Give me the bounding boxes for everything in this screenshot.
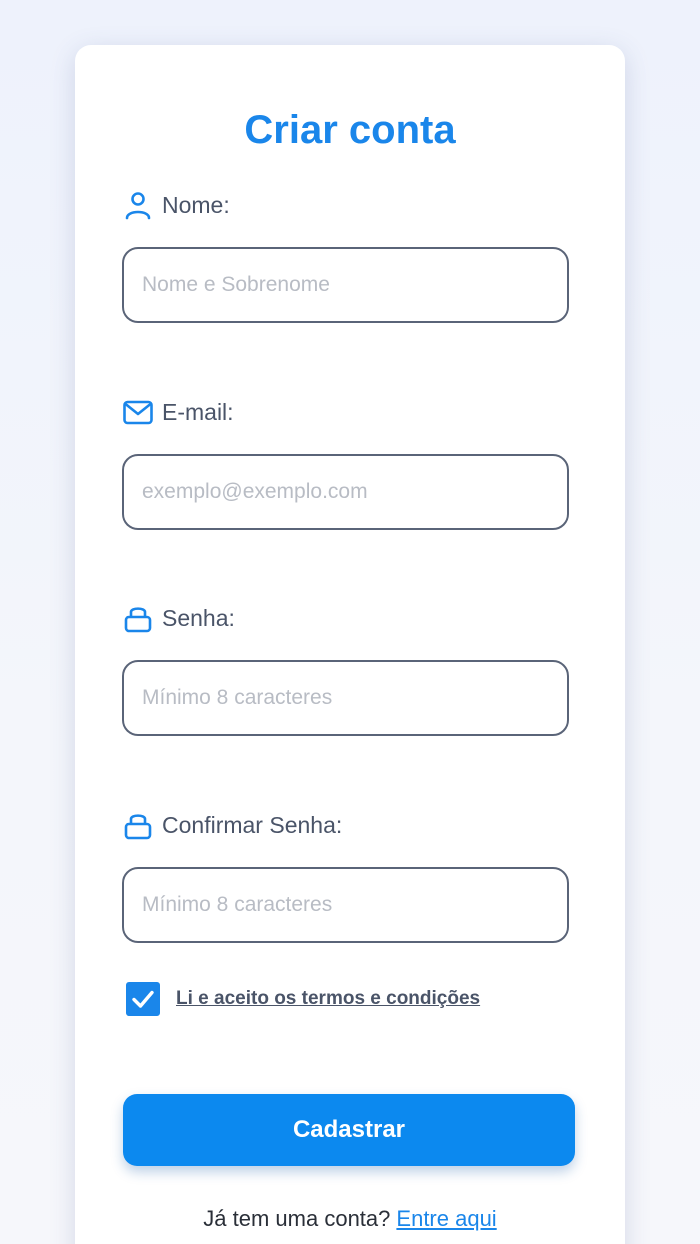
confirm-password-input[interactable]	[122, 867, 569, 943]
login-row: Já tem uma conta? Entre aqui	[0, 1206, 700, 1232]
terms-link[interactable]: Li e aceito os termos e condições	[176, 988, 480, 1010]
password-label: Senha:	[162, 604, 235, 631]
password-label-row: Senha:	[122, 600, 235, 636]
lock-icon	[122, 809, 154, 841]
signup-card	[75, 45, 625, 1244]
email-label-row: E-mail:	[122, 394, 234, 430]
terms-checkbox[interactable]	[126, 982, 160, 1016]
confirm-password-label: Confirmar Senha:	[162, 811, 343, 838]
check-icon	[132, 990, 154, 1008]
name-label-row: Nome:	[122, 187, 230, 223]
mail-icon	[122, 396, 154, 428]
confirm-password-label-row: Confirmar Senha:	[122, 807, 342, 843]
page-title: Criar conta	[244, 108, 456, 152]
login-prompt: Já tem uma conta?	[203, 1206, 391, 1231]
email-input[interactable]	[122, 454, 569, 530]
register-button[interactable]: Cadastrar	[123, 1094, 575, 1166]
login-link[interactable]: Entre aqui	[396, 1206, 496, 1231]
terms-row: Li e aceito os termos e condições	[126, 982, 480, 1016]
lock-icon	[122, 602, 154, 634]
name-input[interactable]	[122, 247, 569, 323]
email-label: E-mail:	[162, 398, 234, 425]
name-label: Nome:	[162, 191, 230, 218]
password-input[interactable]	[122, 660, 569, 736]
user-icon	[122, 189, 154, 221]
